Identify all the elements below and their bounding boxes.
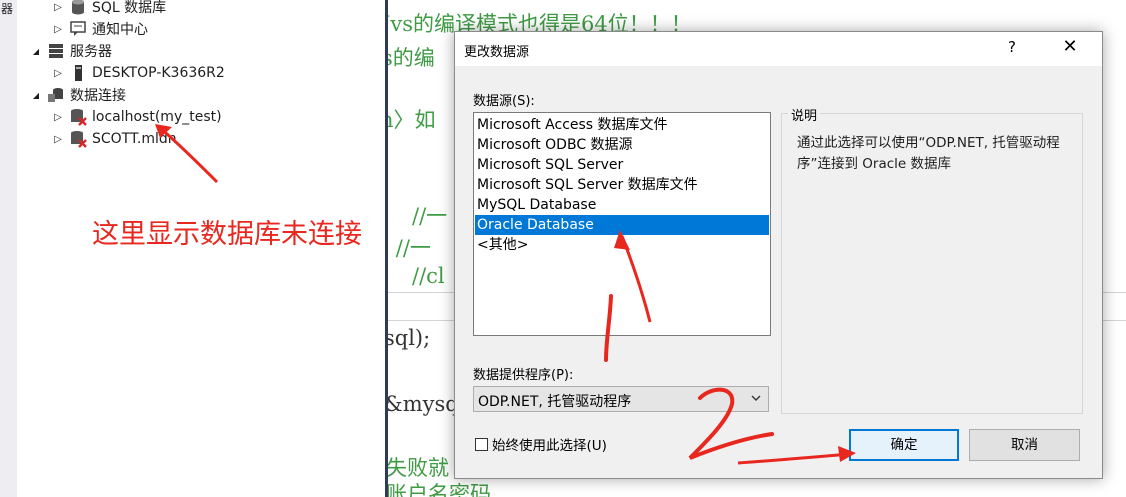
help-icon[interactable]: ? xyxy=(1000,38,1024,60)
computer-icon xyxy=(69,64,87,82)
always-use-checkbox[interactable] xyxy=(475,437,488,451)
always-use-label: 始终使用此选择(U) xyxy=(492,438,607,454)
disconnected-db-icon xyxy=(69,108,87,126)
dialog-title: 更改数据源 xyxy=(464,45,530,60)
close-icon[interactable]: ✕ xyxy=(1055,36,1085,62)
datasource-option-selected[interactable]: Oracle Database xyxy=(475,215,769,235)
collapse-arrow-icon[interactable]: ◢ xyxy=(29,47,43,56)
cancel-button[interactable]: 取消 xyxy=(969,429,1080,461)
code-comment-line: 账户名密码 xyxy=(388,482,491,497)
tree-item-notification-center[interactable]: ▷ 通知中心 xyxy=(51,18,148,40)
code-comment-line: n〉如 xyxy=(388,108,436,132)
description-text: 通过此选择可以使用“ODP.NET, 托管驱动程序”连接到 Oracle 数据库 xyxy=(797,135,1060,172)
side-tool-strip: 器 xyxy=(0,0,18,497)
strip-label: 器 xyxy=(1,2,14,16)
data-connection-icon xyxy=(47,86,65,104)
annotation-note: 这里显示数据库未连接 xyxy=(92,219,362,250)
tree-item-sql-database[interactable]: ▷ SQL 数据库 xyxy=(51,0,166,18)
datasource-option[interactable]: <其他> xyxy=(475,235,769,255)
code-comment-line: //cl xyxy=(412,264,445,288)
datasource-option[interactable]: Microsoft ODBC 数据源 xyxy=(475,135,769,155)
collapse-arrow-icon[interactable]: ◢ xyxy=(29,91,43,100)
expand-arrow-icon[interactable]: ▷ xyxy=(51,24,65,35)
expand-arrow-icon[interactable]: ▷ xyxy=(51,2,65,13)
code-line: sql); xyxy=(388,326,431,350)
expand-arrow-icon[interactable]: ▷ xyxy=(51,112,65,123)
datasource-option[interactable]: Microsoft SQL Server 数据库文件 xyxy=(475,175,769,195)
provider-select[interactable]: ODP.NET, 托管驱动程序 xyxy=(473,386,769,412)
tree-item-scott-connection[interactable]: ▷ SCOTT.mldn xyxy=(51,128,177,150)
disconnected-db-icon xyxy=(69,130,87,148)
code-comment-line: s的编 xyxy=(388,46,435,70)
code-comment-line: //一 xyxy=(412,204,448,228)
provider-select-value: ODP.NET, 托管驱动程序 xyxy=(478,394,632,410)
change-datasource-dialog: 更改数据源 ? ✕ 数据源(S): Microsoft Access 数据库文件… xyxy=(454,31,1103,479)
database-icon xyxy=(69,0,87,16)
datasource-list[interactable]: Microsoft Access 数据库文件 Microsoft ODBC 数据… xyxy=(473,112,771,336)
provider-label: 数据提供程序(P): xyxy=(473,368,574,383)
tree-item-label: SCOTT.mldn xyxy=(92,131,177,147)
expand-arrow-icon[interactable]: ▷ xyxy=(51,134,65,145)
notification-icon xyxy=(69,20,87,38)
tree-item-label: DESKTOP-K3636R2 xyxy=(92,65,225,81)
tree-item-desktop[interactable]: ▷ DESKTOP-K3636R2 xyxy=(51,62,225,84)
code-line: &mysq xyxy=(388,392,459,416)
tree-item-label: 通知中心 xyxy=(92,22,148,38)
expand-arrow-icon[interactable]: ▷ xyxy=(51,68,65,79)
tree-item-label: SQL 数据库 xyxy=(92,0,167,16)
datasource-label: 数据源(S): xyxy=(473,94,535,109)
chevron-down-icon xyxy=(750,390,762,409)
tree-item-label: 服务器 xyxy=(70,44,112,60)
datasource-option[interactable]: MySQL Database xyxy=(475,195,769,215)
datasource-option[interactable]: Microsoft Access 数据库文件 xyxy=(475,115,769,135)
code-comment-line: ; //一 xyxy=(388,236,431,260)
ok-button[interactable]: 确定 xyxy=(849,429,959,461)
tree-item-label: 数据连接 xyxy=(70,88,126,104)
always-use-option[interactable]: 始终使用此选择(U) xyxy=(475,434,607,454)
tree-item-servers[interactable]: ◢ 服务器 xyxy=(29,40,112,62)
datasource-option[interactable]: Microsoft SQL Server xyxy=(475,155,769,175)
dialog-titlebar[interactable]: 更改数据源 ? ✕ xyxy=(455,32,1102,66)
tree-item-localhost-connection[interactable]: ▷ localhost(my_test) xyxy=(51,106,222,128)
tree-item-data-connections[interactable]: ◢ 数据连接 xyxy=(29,84,126,106)
description-legend: 说明 xyxy=(788,105,821,124)
tree-item-label: localhost(my_test) xyxy=(92,109,222,125)
server-icon xyxy=(47,42,65,60)
